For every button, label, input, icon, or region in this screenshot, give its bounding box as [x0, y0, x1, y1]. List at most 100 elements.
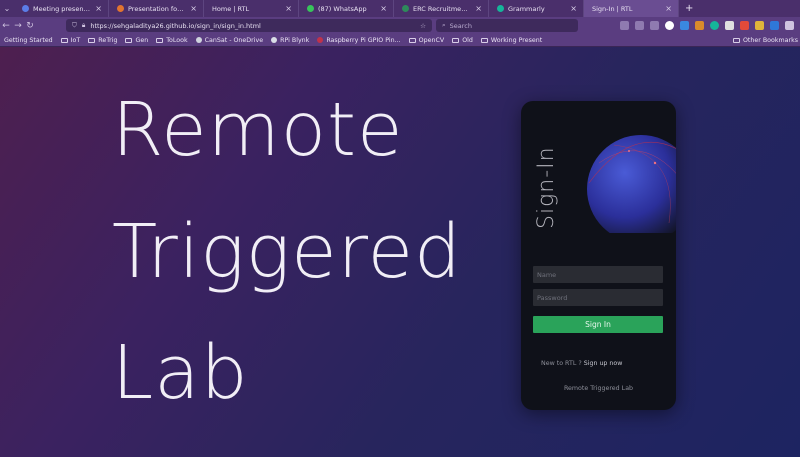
close-icon[interactable]: ×	[475, 4, 482, 13]
blynk-icon	[271, 37, 278, 43]
tab-presentation[interactable]: Presentation for Experim ×	[109, 0, 204, 17]
grammarly-extension-icon[interactable]	[710, 21, 719, 30]
bookmark-label: IoT	[70, 36, 81, 44]
tab-label: (87) WhatsApp	[318, 4, 367, 13]
hero-title-line-2: Triggered	[112, 209, 462, 295]
library-icon[interactable]	[635, 21, 644, 30]
hero-title-line-1: Remote	[112, 87, 404, 173]
name-field[interactable]	[533, 266, 663, 283]
bookmark-raspberry-pi-gpio[interactable]: Raspberry Pi GPIO Pin...	[313, 37, 404, 44]
bookmark-rpi-blynk[interactable]: RPi Blynk	[267, 37, 313, 44]
bookmark-label: RPi Blynk	[280, 36, 310, 44]
url-text[interactable]: https://sehgaladitya26.github.io/sign_in…	[90, 22, 415, 30]
tab-label: Meeting presentations ·	[33, 4, 91, 13]
extension-icon[interactable]	[755, 21, 764, 30]
folder-icon	[156, 37, 164, 43]
tab-label: Home | RTL	[212, 4, 250, 13]
bookmark-label: Getting Started	[4, 36, 53, 44]
bookmark-folder-iot[interactable]: IoT	[57, 37, 85, 44]
bookmark-folder-working-present[interactable]: Working Present	[477, 37, 546, 44]
bookmark-label: Raspberry Pi GPIO Pin...	[326, 36, 401, 44]
page-content: Remote Triggered Lab Sign-In Sign In	[0, 47, 800, 457]
bookmark-folder-retrig[interactable]: ReTrig	[84, 37, 121, 44]
bookmark-folder-gen[interactable]: Gen	[121, 37, 152, 44]
tab-whatsapp[interactable]: (87) WhatsApp ×	[299, 0, 394, 17]
bookmark-label: ToLook	[166, 36, 188, 44]
new-tab-button[interactable]: +	[685, 3, 693, 14]
bookmark-label: Gen	[135, 36, 149, 44]
slides-favicon-icon	[117, 5, 124, 12]
sign-in-button[interactable]: Sign In	[533, 316, 663, 333]
forward-arrow-icon[interactable]: →	[12, 21, 24, 31]
extension-icon[interactable]	[680, 21, 689, 30]
forms-favicon-icon	[402, 5, 409, 12]
extension-icon[interactable]	[740, 21, 749, 30]
bookmark-label: OpenCV	[418, 36, 445, 44]
folder-icon	[88, 37, 96, 43]
folder-icon	[60, 37, 68, 43]
folder-icon	[452, 37, 460, 43]
outlook-favicon-icon	[22, 5, 29, 12]
close-icon[interactable]: ×	[285, 4, 292, 13]
folder-icon	[125, 37, 133, 43]
search-icon: ⌕	[442, 21, 446, 29]
bookmark-label: Other Bookmarks	[742, 37, 798, 44]
whatsapp-favicon-icon	[307, 5, 314, 12]
close-icon[interactable]: ×	[570, 4, 577, 13]
password-field[interactable]	[533, 289, 663, 306]
bookmark-getting-started[interactable]: Getting Started	[0, 37, 57, 44]
extension-icon[interactable]	[725, 21, 734, 30]
onedrive-icon	[195, 37, 202, 43]
folder-icon	[408, 37, 416, 43]
tab-grammarly[interactable]: Grammarly ×	[489, 0, 584, 17]
bookmark-label: CanSat - OneDrive	[204, 36, 264, 44]
hero-title-line-3: Lab	[112, 330, 249, 416]
close-icon[interactable]: ×	[95, 4, 102, 13]
extension-icon[interactable]	[695, 21, 704, 30]
close-icon[interactable]: ×	[190, 4, 197, 13]
sidebar-icon[interactable]	[650, 21, 659, 30]
tab-label: Sign-In | RTL	[592, 4, 633, 13]
bookmark-folder-old[interactable]: Old	[448, 37, 477, 44]
tab-home-rtl[interactable]: Home | RTL ×	[204, 0, 299, 17]
tab-sign-in-rtl[interactable]: Sign-In | RTL ×	[584, 0, 679, 17]
search-bar[interactable]: ⌕ Search	[436, 19, 578, 32]
url-bar[interactable]: ⛉ 🔒︎ https://sehgaladitya26.github.io/si…	[66, 19, 432, 32]
extension-icon[interactable]	[770, 21, 779, 30]
downloads-icon[interactable]	[620, 21, 629, 30]
sign-in-card: Sign-In Sign In New to RTL ? Sign up now…	[521, 101, 676, 410]
bookmark-label: ReTrig	[98, 36, 118, 44]
bookmarks-bar: Getting Started IoT ReTrig Gen ToLook Ca…	[0, 34, 800, 47]
bookmark-folder-opencv[interactable]: OpenCV	[405, 37, 449, 44]
bookmark-label: Old	[462, 36, 473, 44]
bookmark-star-icon[interactable]: ☆	[420, 22, 426, 30]
raspberry-pi-icon	[317, 37, 324, 43]
grammarly-favicon-icon	[497, 5, 504, 12]
close-icon[interactable]: ×	[665, 4, 672, 13]
menu-icon[interactable]	[785, 21, 794, 30]
tab-bar: ⌄ Meeting presentations · × Presentation…	[0, 0, 800, 17]
tab-label: Grammarly	[508, 4, 545, 13]
shield-icon[interactable]: ⛉	[72, 21, 77, 30]
back-arrow-icon[interactable]: ←	[0, 21, 12, 31]
lock-icon[interactable]: 🔒︎	[82, 21, 85, 30]
tab-meeting-presentations[interactable]: Meeting presentations · ×	[14, 0, 109, 17]
sign-in-vertical-title: Sign-In	[534, 146, 559, 229]
card-footer: Remote Triggered Lab	[563, 385, 634, 392]
tab-label: ERC Recruitments Forms	[413, 4, 472, 13]
search-placeholder: Search	[449, 21, 472, 30]
tab-erc-recruitments[interactable]: ERC Recruitments Forms ×	[394, 0, 489, 17]
signup-prefix: New to RTL ?	[541, 360, 582, 367]
folder-icon	[732, 38, 740, 43]
extension-toolbar	[620, 21, 794, 30]
signup-prompt: New to RTL ? Sign up now	[541, 360, 622, 367]
tab-list-icon[interactable]: ⌄	[0, 4, 14, 13]
close-icon[interactable]: ×	[380, 4, 387, 13]
signup-link[interactable]: Sign up now	[584, 360, 623, 367]
bookmark-folder-tolook[interactable]: ToLook	[152, 37, 191, 44]
other-bookmarks[interactable]: Other Bookmarks	[729, 34, 800, 47]
reload-icon[interactable]: ↻	[24, 21, 36, 31]
bookmark-cansat[interactable]: CanSat - OneDrive	[192, 37, 267, 44]
extension-icon[interactable]	[665, 21, 674, 30]
folder-icon	[480, 37, 488, 43]
